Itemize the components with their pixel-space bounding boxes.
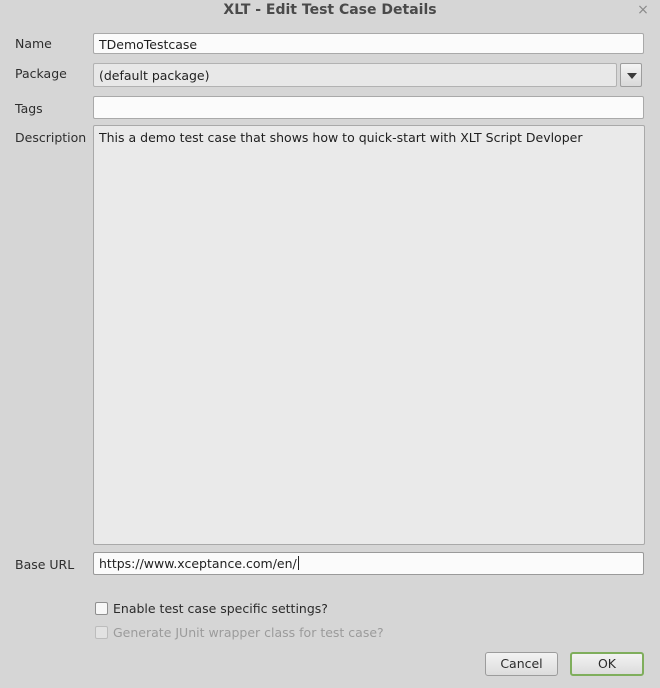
tags-field[interactable] [93, 96, 644, 119]
description-value: This a demo test case that shows how to … [99, 130, 583, 145]
package-combo[interactable]: (default package) [93, 63, 617, 87]
edit-test-case-dialog: XLT - Edit Test Case Details × Name TDem… [0, 0, 660, 688]
package-value: (default package) [99, 68, 210, 83]
name-field[interactable]: TDemoTestcase [93, 33, 644, 54]
close-icon[interactable]: × [636, 1, 650, 19]
description-textarea[interactable]: This a demo test case that shows how to … [93, 125, 645, 545]
ok-button[interactable]: OK [570, 652, 644, 676]
text-caret [297, 556, 299, 570]
package-dropdown-button[interactable] [620, 63, 642, 87]
junit-wrapper-label: Generate JUnit wrapper class for test ca… [113, 625, 384, 640]
name-value: TDemoTestcase [99, 37, 198, 52]
base-url-value: https://www.xceptance.com/en/ [99, 556, 297, 571]
name-label: Name [15, 36, 52, 51]
cancel-button[interactable]: Cancel [485, 652, 558, 676]
tags-label: Tags [15, 101, 43, 116]
title-bar: XLT - Edit Test Case Details × [0, 0, 660, 22]
package-label: Package [15, 66, 67, 81]
enable-settings-label[interactable]: Enable test case specific settings? [113, 601, 328, 616]
description-label: Description [15, 130, 87, 145]
base-url-label: Base URL [15, 557, 75, 572]
dialog-title: XLT - Edit Test Case Details [223, 2, 437, 18]
base-url-text: https://www.xceptance.com/en/ [99, 556, 299, 571]
enable-settings-checkbox[interactable] [95, 602, 108, 615]
base-url-field[interactable]: https://www.xceptance.com/en/ [93, 552, 644, 575]
chevron-down-icon [627, 73, 637, 79]
junit-wrapper-checkbox [95, 626, 108, 639]
